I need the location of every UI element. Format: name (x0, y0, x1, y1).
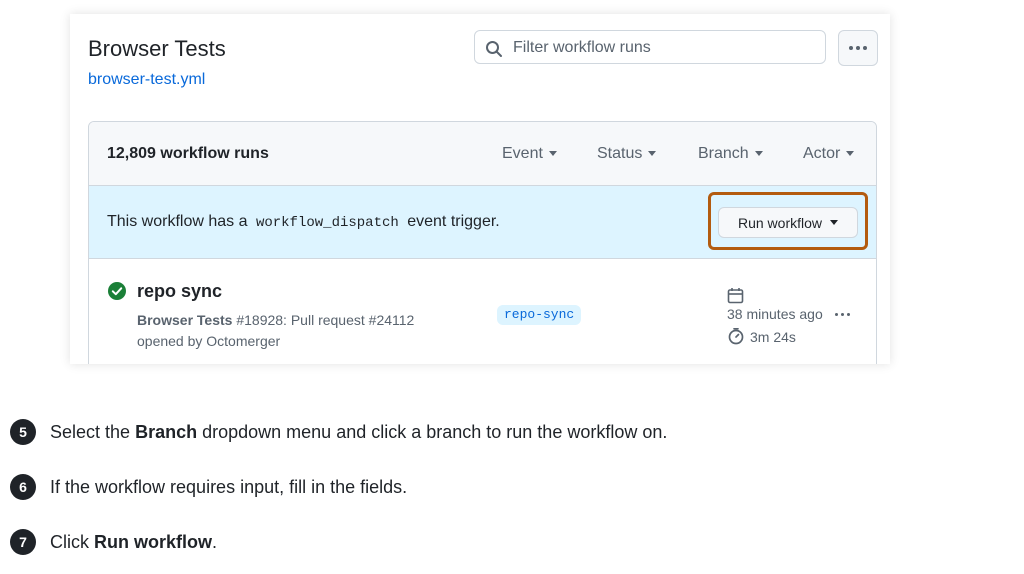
workflow-file-link[interactable]: browser-test.yml (88, 71, 205, 89)
status-filter-dropdown[interactable]: Status (597, 145, 657, 163)
dispatch-banner: This workflow has a workflow_dispatch ev… (89, 186, 876, 259)
step-number: 6 (10, 474, 36, 500)
step-text-before: If the workflow requires input, fill in … (50, 476, 408, 497)
branch-filter-dropdown[interactable]: Branch (698, 145, 763, 163)
event-filter-label: Event (502, 145, 543, 162)
step-number: 7 (10, 529, 36, 555)
caret-down-icon (754, 151, 763, 157)
run-meta: Browser Tests #18928: Pull request #2411… (137, 312, 414, 328)
caret-down-icon (648, 151, 657, 157)
caret-down-icon (548, 151, 557, 157)
step-text-after: . (212, 531, 218, 552)
run-count: 12,809 workflow runs (107, 145, 269, 162)
banner-text-before: This workflow has a (107, 213, 248, 230)
run-workflow-button[interactable]: Run workflow (718, 207, 858, 238)
workflow-screenshot: Browser Tests browser-test.yml 12,809 wo… (70, 14, 890, 364)
caret-down-icon (846, 151, 855, 157)
actor-filter-label: Actor (803, 145, 841, 162)
step-text-before: Click (50, 531, 89, 552)
run-workflow-name: Browser Tests (137, 312, 233, 328)
caret-down-icon (830, 220, 839, 225)
workflow-run-row[interactable]: repo sync Browser Tests #18928: Pull req… (89, 259, 876, 364)
kebab-horizontal-icon (849, 46, 867, 50)
banner-text-after: event trigger. (407, 213, 500, 230)
filter-box[interactable] (474, 30, 826, 64)
dispatch-banner-text: This workflow has a workflow_dispatch ev… (107, 213, 500, 231)
step-text-bold: Run workflow (94, 531, 213, 552)
kebab-horizontal-icon[interactable] (835, 313, 850, 316)
check-circle-icon (108, 282, 126, 300)
more-options-button[interactable] (838, 30, 878, 66)
step-text: Click Run workflow. (50, 532, 217, 553)
run-opened-by: opened by Octomerger (137, 333, 281, 349)
step-number: 5 (10, 419, 36, 445)
branch-filter-label: Branch (698, 145, 749, 162)
workflow-runs-box: 12,809 workflow runs Event Status Branch… (88, 121, 877, 364)
workflow-title: Browser Tests (88, 36, 226, 61)
branch-label[interactable]: repo-sync (497, 305, 582, 325)
run-workflow-label: Run workflow (737, 214, 823, 231)
runs-header: 12,809 workflow runs Event Status Branch… (89, 122, 876, 186)
filter-input[interactable] (511, 35, 815, 61)
search-icon (486, 41, 502, 57)
run-duration: 3m 24s (750, 329, 796, 345)
actor-filter-dropdown[interactable]: Actor (803, 145, 855, 163)
step-text-bold: Branch (135, 421, 198, 442)
step-text-before: Select the (50, 421, 131, 442)
run-time-ago: 38 minutes ago (727, 306, 823, 322)
step-text-after: dropdown menu and click a branch to run … (202, 421, 668, 442)
step-6: 6 If the workflow requires input, fill i… (10, 474, 407, 500)
stopwatch-icon (728, 327, 744, 345)
status-filter-label: Status (597, 145, 643, 162)
run-detail: #18928: Pull request #24112 (236, 312, 415, 328)
dispatch-event-code: workflow_dispatch (255, 215, 399, 231)
run-title-link[interactable]: repo sync (137, 281, 222, 302)
step-7: 7 Click Run workflow. (10, 529, 217, 555)
step-text: Select the Branch dropdown menu and clic… (50, 422, 667, 443)
event-filter-dropdown[interactable]: Event (502, 145, 557, 163)
step-text: If the workflow requires input, fill in … (50, 477, 407, 498)
step-5: 5 Select the Branch dropdown menu and cl… (10, 419, 667, 445)
calendar-icon (727, 288, 744, 304)
